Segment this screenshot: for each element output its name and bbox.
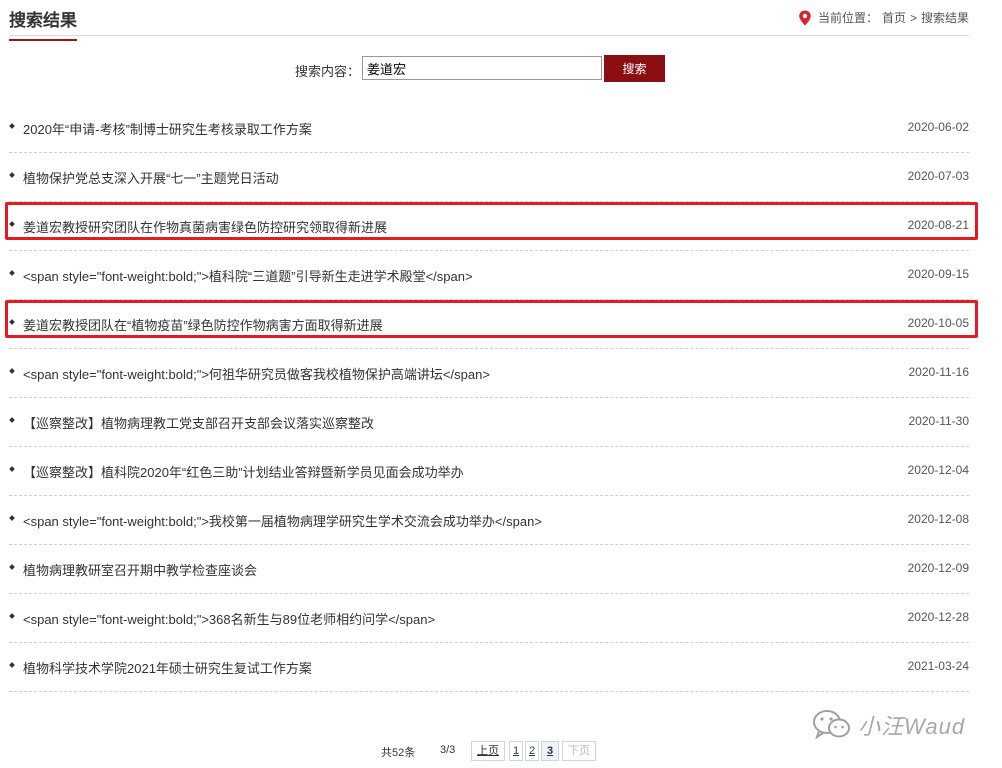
result-date: 2020-12-04 [907,463,969,477]
page-title: 搜索结果 [9,6,77,41]
result-title-link[interactable]: 2020年“申请-考核”制博士研究生考核录取工作方案 [23,119,312,138]
result-date: 2020-09-15 [907,267,969,281]
page-header: 搜索结果 当前位置： 首页 > 搜索结果 [9,0,969,41]
wechat-icon [813,710,850,740]
result-item: 植物病理教研室召开期中教学检查座谈会 2020-12-09 [9,545,969,594]
total-count: 共52条 [381,747,416,759]
bullet-icon [9,123,15,129]
result-date: 2020-12-09 [907,561,969,575]
breadcrumb: 当前位置： 首页 > 搜索结果 [798,9,969,26]
search-label: 搜索内容： [295,64,361,79]
result-date: 2020-06-02 [907,120,969,134]
page-1-button[interactable]: 1 [509,741,523,761]
result-item: 植物科学技术学院2021年硕士研究生复试工作方案 2021-03-24 [9,643,969,692]
page-2-button[interactable]: 2 [525,741,539,761]
bullet-icon [9,172,15,178]
result-item: <span style="font-weight:bold;">我校第一届植物病… [9,496,969,545]
result-title-link[interactable]: 植物保护党总支深入开展“七一”主题党日活动 [23,168,279,187]
result-date: 2020-12-28 [907,610,969,624]
result-date: 2020-11-30 [908,414,970,428]
bullet-icon [9,662,15,668]
result-title-link[interactable]: 植物病理教研室召开期中教学检查座谈会 [23,560,257,579]
bullet-icon [9,466,15,472]
highlight-box [5,202,978,240]
result-date: 2021-03-24 [907,659,969,673]
result-title-link[interactable]: <span style="font-weight:bold;">何祖华研究员做客… [23,364,490,383]
result-title-link[interactable]: <span style="font-weight:bold;">植科院“三道题”… [23,266,473,285]
page-info: 3/3 [440,744,456,756]
bullet-icon [9,270,15,276]
search-input[interactable] [362,56,602,80]
breadcrumb-current: 搜索结果 [920,11,969,25]
watermark-text: 小汪Waud [858,714,966,739]
result-item: 2020年“申请-考核”制博士研究生考核录取工作方案 2020-06-02 [9,104,969,153]
result-date: 2020-07-03 [907,169,969,183]
result-item: <span style="font-weight:bold;">植科院“三道题”… [9,251,969,300]
result-item: 【巡察整改】植科院2020年“红色三助”计划结业答辩暨新学员见面会成功举办 202… [9,447,969,496]
result-list: 2020年“申请-考核”制博士研究生考核录取工作方案 2020-06-02 植物保护… [9,104,969,692]
breadcrumb-home-link[interactable]: 首页 [882,9,906,26]
bullet-icon [9,564,15,570]
result-item: 【巡察整改】植物病理教工党支部召开支部会议落实巡察整改 2020-11-30 [9,398,969,447]
result-date: 2020-11-16 [908,365,970,379]
result-item: <span style="font-weight:bold;">何祖华研究员做客… [9,349,969,398]
bullet-icon [9,613,15,619]
result-title-link[interactable]: 【巡察整改】植科院2020年“红色三助”计划结业答辩暨新学员见面会成功举办 [23,462,464,481]
result-date: 2020-12-08 [907,512,969,526]
result-title-link[interactable]: <span style="font-weight:bold;">368名新生与8… [23,609,435,628]
result-item: 植物保护党总支深入开展“七一”主题党日活动 2020-07-03 [9,153,969,202]
bullet-icon [9,368,15,374]
location-pin-icon [799,10,811,25]
next-page-button: 下页 [562,741,596,761]
breadcrumb-separator: > [909,10,917,25]
watermark: 小汪Waud [812,705,972,745]
search-bar: 搜索内容： 搜索 [0,55,1002,83]
breadcrumb-prefix: 当前位置： [817,11,878,25]
result-title-link[interactable]: 植物科学技术学院2021年硕士研究生复试工作方案 [23,658,312,677]
result-title-link[interactable]: 【巡察整改】植物病理教工党支部召开支部会议落实巡察整改 [23,413,374,432]
result-title-link[interactable]: <span style="font-weight:bold;">我校第一届植物病… [23,511,542,530]
bullet-icon [9,417,15,423]
result-item: <span style="font-weight:bold;">368名新生与8… [9,594,969,643]
search-button[interactable]: 搜索 [604,55,665,82]
page-3-button[interactable]: 3 [541,741,559,761]
highlight-box [5,300,978,338]
prev-page-button[interactable]: 上页 [471,741,505,761]
bullet-icon [9,515,15,521]
